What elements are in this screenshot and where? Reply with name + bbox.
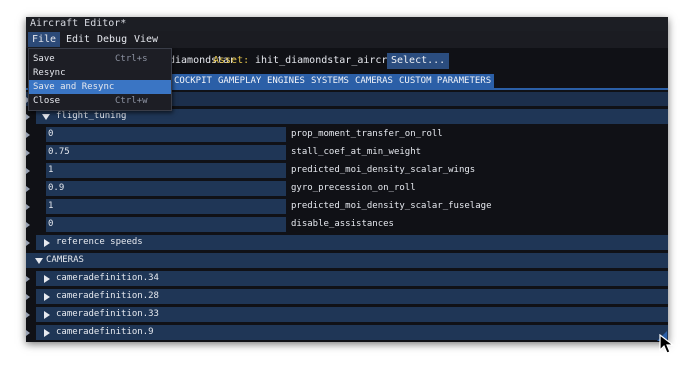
flight-tuning-header[interactable]: flight_tuning [36,109,668,124]
camera-definition-row[interactable]: cameradefinition.33 [36,307,668,322]
param-value-field[interactable]: 0.75 [46,145,286,160]
chevron-down-icon [35,258,43,264]
chevron-right-icon [44,293,50,301]
chevron-right-icon [44,239,50,247]
tab-custom-parameters[interactable]: CUSTOM PARAMETERS [396,74,495,88]
asset-label: Asset: [213,55,250,66]
mouse-cursor-icon [659,334,675,354]
param-value-field[interactable]: 0.9 [46,181,286,196]
menu-edit[interactable]: Edit [62,32,94,47]
camera-definition-label: cameradefinition.34 [56,273,159,283]
reference-speeds-label: reference speeds [56,237,143,247]
chevron-right-icon [44,311,50,319]
tree-gutter-icon [26,330,30,336]
tree-gutter-icon [26,294,30,300]
tree-gutter-icon [26,168,30,174]
chevron-right-icon [44,275,50,283]
flight-tuning-label: flight_tuning [56,111,127,121]
param-value-field[interactable]: 1 [46,199,286,214]
param-name: gyro_precession_on_roll [291,183,416,193]
reference-speeds-header[interactable]: reference speeds [36,235,668,250]
menu-item-label: Save [33,54,55,64]
menu-item-save-and-resync[interactable]: Save and Resync [29,80,171,94]
camera-definition-row[interactable]: cameradefinition.9 [36,325,668,340]
asset-value: ihit_diamondstar_aircraft [255,55,406,66]
window-title: Aircraft Editor* [30,18,127,29]
menu-item-shortcut: Ctrl+s [115,54,148,64]
param-value-field[interactable]: 1 [46,163,286,178]
tab-cameras[interactable]: CAMERAS [352,74,396,88]
tree-gutter-icon [26,204,30,210]
param-name: stall_coef_at_min_weight [291,147,422,157]
tree-gutter-icon [26,114,30,120]
menu-item-save[interactable]: Save Ctrl+s [29,52,171,66]
file-menu-dropdown: Save Ctrl+s Resync Save and Resync Close… [28,48,172,111]
menu-item-shortcut: Ctrl+w [115,96,148,106]
param-name: disable_assistances [291,219,394,229]
cameras-header[interactable]: CAMERAS [26,253,668,268]
camera-definition-label: cameradefinition.33 [56,309,159,319]
tab-gameplay[interactable]: GAMEPLAY [215,74,265,88]
tree-gutter-icon [26,240,30,246]
tree-gutter-icon [26,132,30,138]
tree-gutter-icon [26,150,30,156]
menu-item-label: Save and Resync [33,82,115,92]
menu-bar: File Edit Debug View [26,31,668,48]
camera-definition-row[interactable]: cameradefinition.28 [36,289,668,304]
menu-view[interactable]: View [130,32,162,47]
tab-cockpit[interactable]: COCKPIT [171,74,215,88]
menu-item-resync[interactable]: Resync [29,66,171,80]
cameras-label: CAMERAS [46,255,84,265]
camera-definition-row[interactable]: cameradefinition.34 [36,271,668,286]
menu-item-close[interactable]: Close Ctrl+w [29,94,171,108]
menu-item-label: Close [33,96,61,106]
menu-item-label: Resync [33,68,66,78]
select-asset-button[interactable]: Select... [387,53,450,69]
tree-gutter-icon [26,222,30,228]
chevron-down-icon [42,114,50,120]
param-value-field[interactable]: 0 [46,127,286,142]
tree-gutter-icon [26,186,30,192]
param-name: predicted_moi_density_scalar_wings [291,165,476,175]
param-name: predicted_moi_density_scalar_fuselage [291,201,492,211]
camera-definition-label: cameradefinition.28 [56,291,159,301]
camera-definition-label: cameradefinition.9 [56,327,154,337]
tab-systems[interactable]: SYSTEMS [308,74,352,88]
title-bar[interactable]: Aircraft Editor* [26,17,668,31]
menu-file[interactable]: File [28,32,61,47]
param-name: prop_moment_transfer_on_roll [291,129,443,139]
tab-engines[interactable]: ENGINES [264,74,308,88]
menu-debug[interactable]: Debug [93,32,131,47]
tree-gutter-icon [26,276,30,282]
param-value-field[interactable]: 0 [46,217,286,232]
chevron-right-icon [44,329,50,337]
tree-gutter-icon [26,312,30,318]
